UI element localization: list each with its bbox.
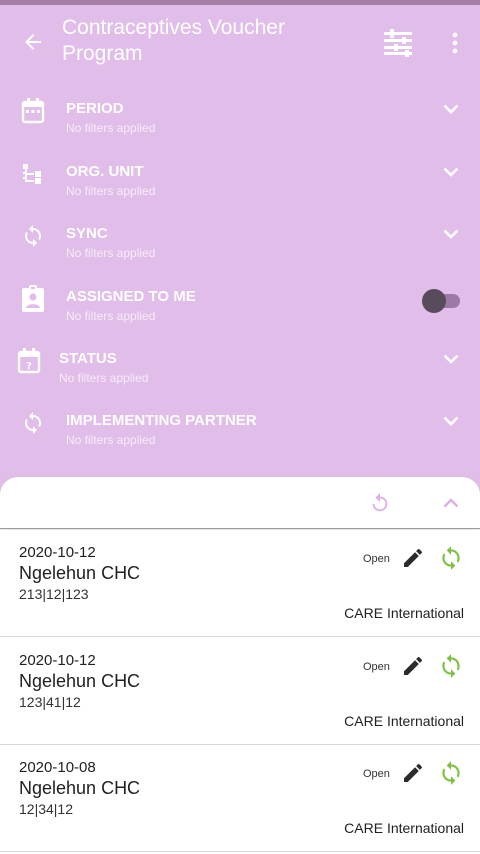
event-card[interactable]: 2020-10-08 Ngelehun CHC 12|34|12 Open CA… xyxy=(0,745,480,852)
expand-filter-button[interactable] xyxy=(438,346,464,372)
reset-filters-button[interactable] xyxy=(366,489,394,517)
event-option-combo: 123|41|12 xyxy=(19,694,81,710)
toggle-knob xyxy=(422,289,446,313)
event-partner: CARE International xyxy=(344,820,464,836)
event-option-combo: 213|12|123 xyxy=(19,586,89,602)
chevron-down-icon xyxy=(443,229,459,239)
sync-icon xyxy=(25,225,41,247)
chevron-down-icon xyxy=(443,354,459,364)
results-toolbar xyxy=(0,477,480,529)
calendar-question-icon: ? xyxy=(17,348,41,374)
event-partner: CARE International xyxy=(344,605,464,621)
assigned-to-me-toggle[interactable] xyxy=(422,288,462,314)
chevron-up-icon xyxy=(443,498,459,508)
event-status: Open xyxy=(363,768,390,780)
filter-sliders-icon xyxy=(384,29,412,57)
results-panel: 2020-10-12 Ngelehun CHC 213|12|123 Open … xyxy=(0,477,480,854)
filter-row-period[interactable]: PERIOD No filters applied xyxy=(0,90,480,152)
chevron-down-icon xyxy=(443,167,459,177)
page-title: Contraceptives Voucher Program xyxy=(62,16,285,65)
filter-label: ASSIGNED TO ME xyxy=(66,288,196,305)
filter-label: STATUS xyxy=(59,350,117,367)
event-org-unit: Ngelehun CHC xyxy=(19,563,141,583)
sync-event-button[interactable] xyxy=(437,544,465,572)
filter-row-org-unit[interactable]: ORG. UNIT No filters applied xyxy=(0,153,480,215)
more-vert-icon xyxy=(452,32,458,54)
filter-label: IMPLEMENTING PARTNER xyxy=(66,412,257,429)
expand-filter-button[interactable] xyxy=(438,221,464,247)
edit-event-button[interactable] xyxy=(399,759,427,787)
sync-event-button[interactable] xyxy=(437,652,465,680)
filter-subtitle: No filters applied xyxy=(66,433,156,447)
filter-row-sync[interactable]: SYNC No filters applied xyxy=(0,215,480,277)
event-org-unit: Ngelehun CHC xyxy=(19,671,141,691)
event-date: 2020-10-08 xyxy=(19,759,96,776)
filter-subtitle: No filters applied xyxy=(66,309,156,323)
refresh-icon xyxy=(372,492,388,512)
assignment-ind-icon xyxy=(22,285,44,312)
filter-row-assigned-to-me: ASSIGNED TO ME No filters applied xyxy=(0,278,480,340)
event-card[interactable]: 2020-10-12 Ngelehun CHC 123|41|12 Open C… xyxy=(0,638,480,745)
sync-icon xyxy=(442,761,460,785)
filter-label: SYNC xyxy=(66,225,108,242)
filter-subtitle: No filters applied xyxy=(66,121,156,135)
sync-icon xyxy=(442,654,460,678)
pencil-icon xyxy=(404,656,423,675)
filter-subtitle: No filters applied xyxy=(66,246,156,260)
filter-toggle-button[interactable] xyxy=(378,23,418,63)
event-org-unit: Ngelehun CHC xyxy=(19,778,141,798)
filter-row-implementing-partner[interactable]: IMPLEMENTING PARTNER No filters applied xyxy=(0,402,480,464)
more-options-button[interactable] xyxy=(440,23,470,63)
collapse-filters-button[interactable] xyxy=(437,489,465,517)
filter-subtitle: No filters applied xyxy=(66,184,156,198)
event-option-combo: 12|34|12 xyxy=(19,801,73,817)
event-status: Open xyxy=(363,553,390,565)
edit-event-button[interactable] xyxy=(399,544,427,572)
filter-row-status[interactable]: ? STATUS No filters applied xyxy=(0,340,480,402)
filter-subtitle: No filters applied xyxy=(59,371,149,385)
event-status: Open xyxy=(363,661,390,673)
expand-filter-button[interactable] xyxy=(438,408,464,434)
edit-event-button[interactable] xyxy=(399,652,427,680)
pencil-icon xyxy=(404,763,423,782)
pencil-icon xyxy=(404,548,423,567)
sync-event-button[interactable] xyxy=(437,759,465,787)
sync-icon xyxy=(442,546,460,570)
back-button[interactable] xyxy=(16,25,50,59)
svg-text:?: ? xyxy=(26,361,32,372)
filter-label: ORG. UNIT xyxy=(66,163,144,180)
sync-icon xyxy=(25,412,41,434)
event-partner: CARE International xyxy=(344,713,464,729)
expand-filter-button[interactable] xyxy=(438,96,464,122)
event-card[interactable]: 2020-10-12 Ngelehun CHC 213|12|123 Open … xyxy=(0,530,480,637)
event-date: 2020-10-12 xyxy=(19,544,96,561)
filter-label: PERIOD xyxy=(66,100,124,117)
expand-filter-button[interactable] xyxy=(438,159,464,185)
app-bar: Contraceptives Voucher Program xyxy=(0,5,480,75)
calendar-icon xyxy=(21,98,45,124)
event-date: 2020-10-12 xyxy=(19,652,96,669)
arrow-back-icon xyxy=(25,34,41,50)
org-tree-icon xyxy=(23,164,41,184)
chevron-down-icon xyxy=(443,104,459,114)
chevron-down-icon xyxy=(443,416,459,426)
